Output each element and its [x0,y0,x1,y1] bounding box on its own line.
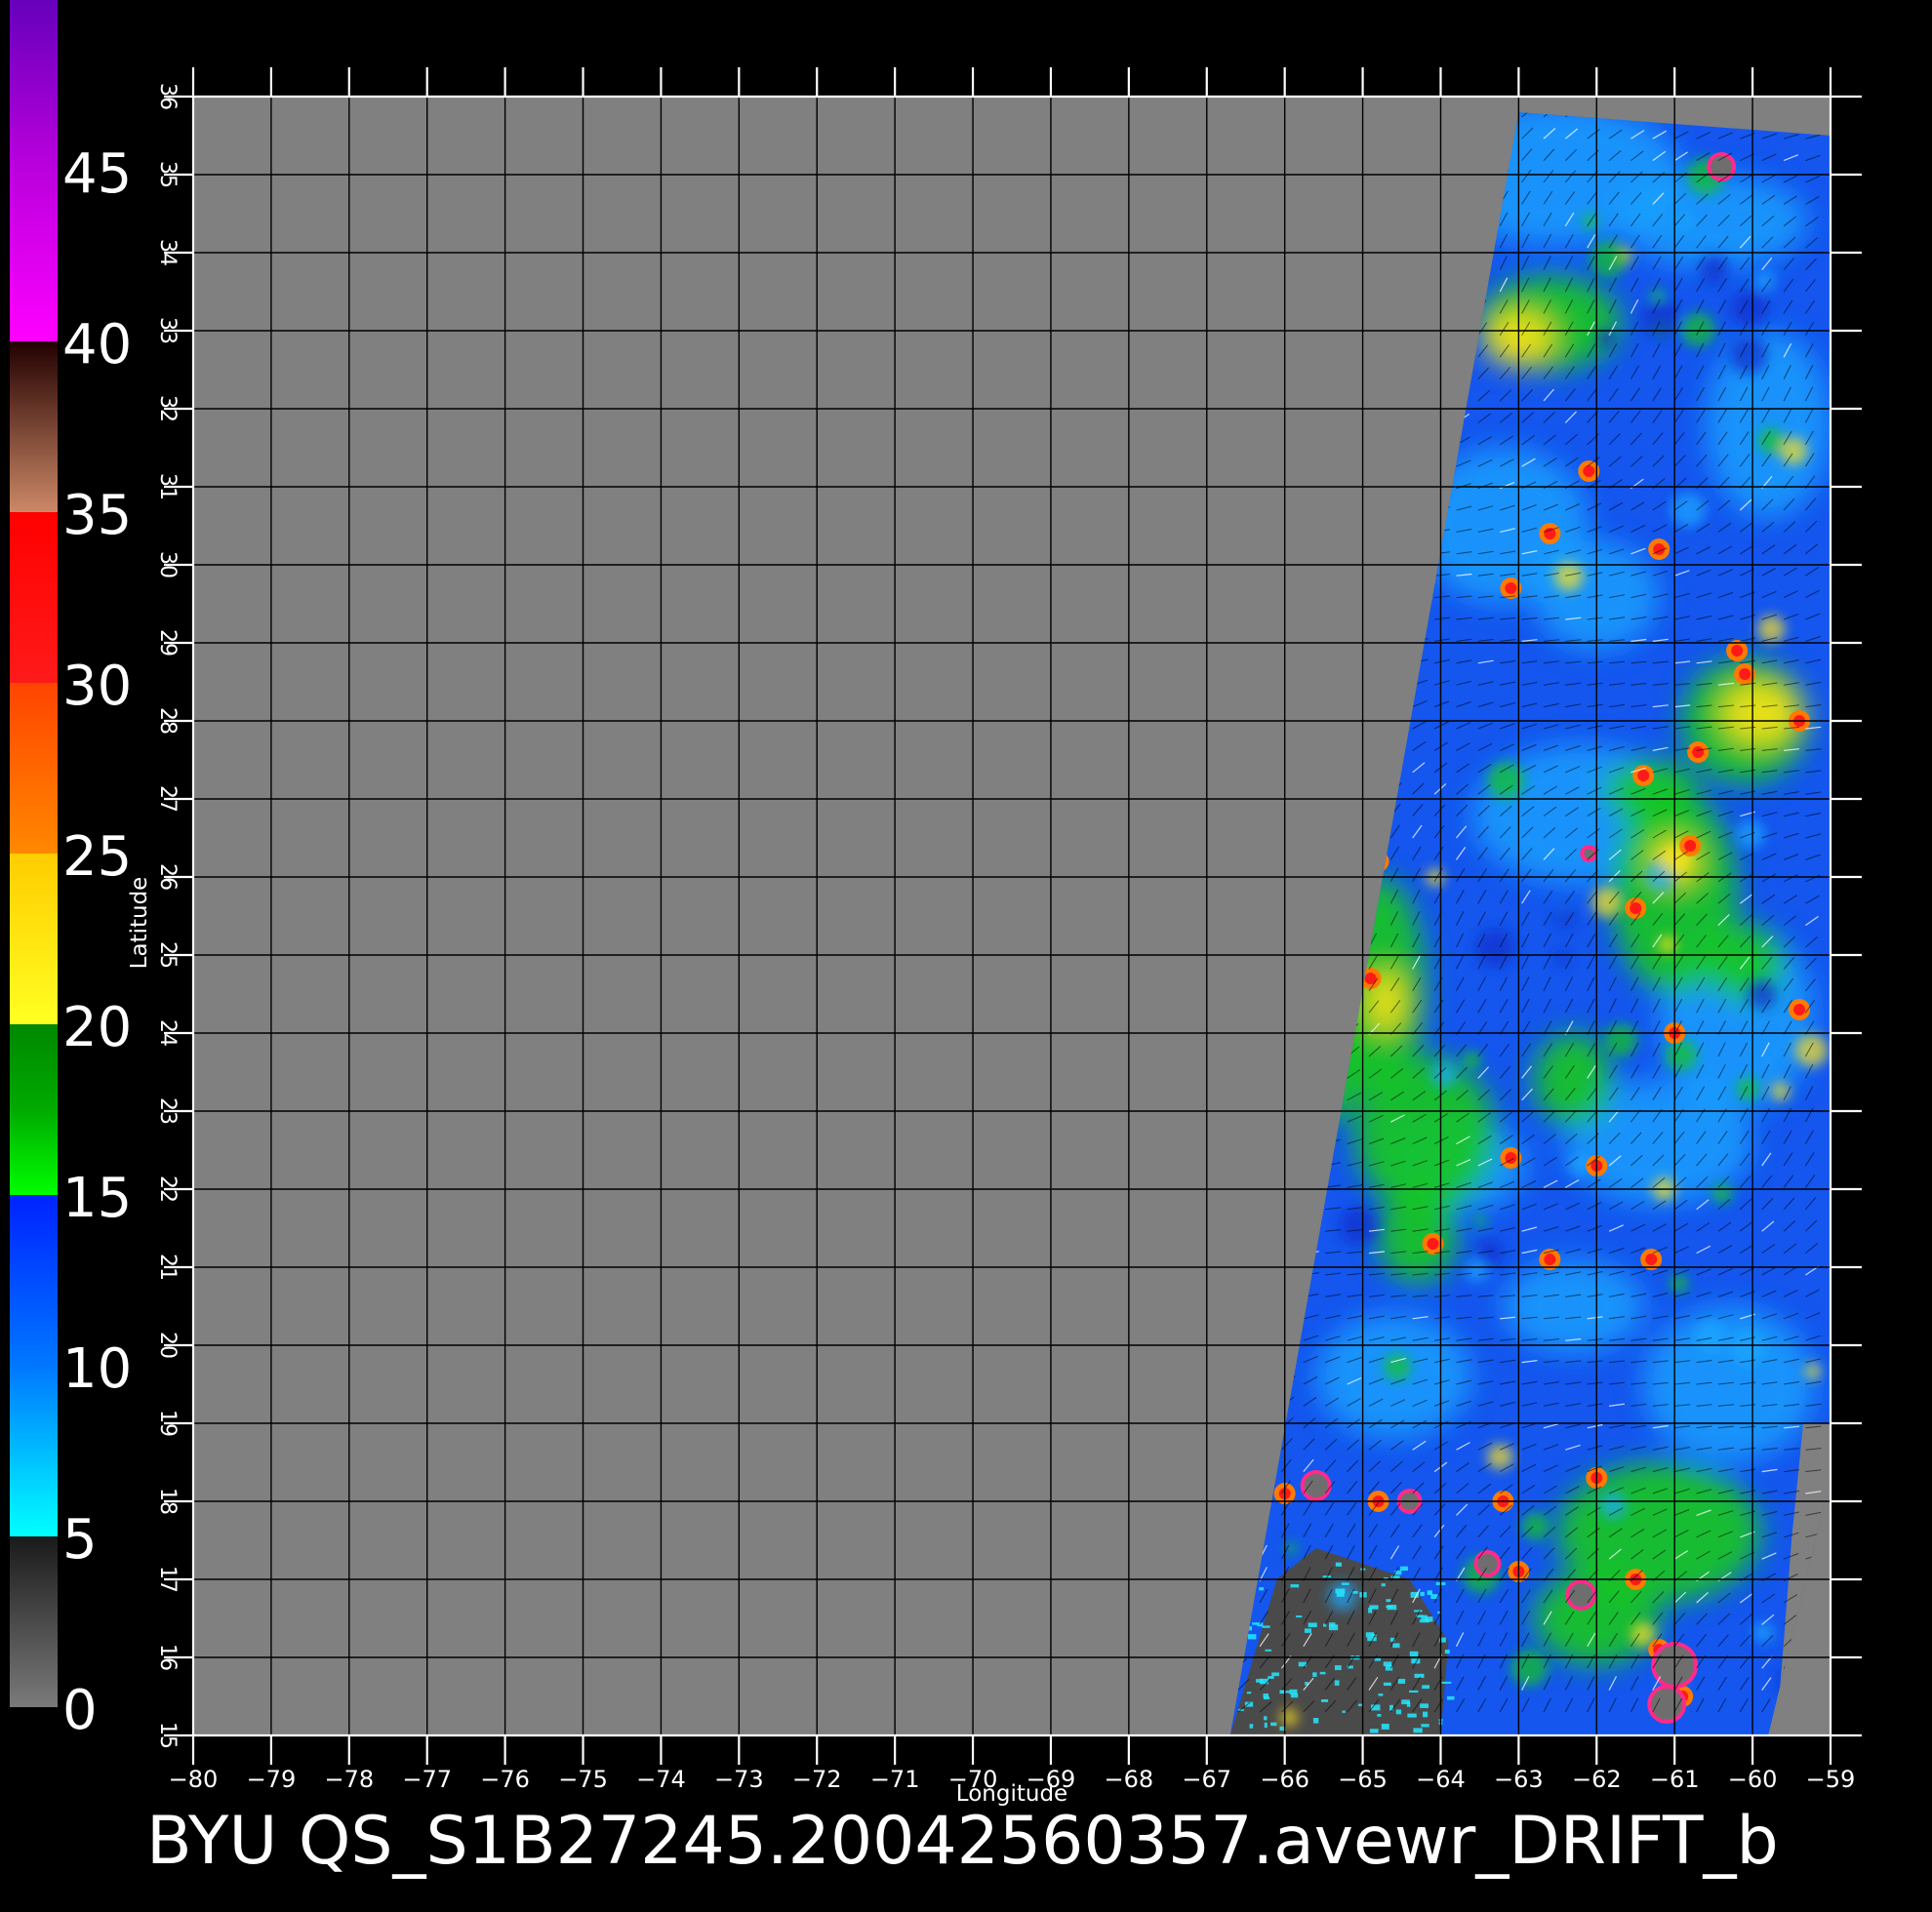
longitude-tick-label: −72 [792,1766,842,1793]
longitude-tick-label: −68 [1105,1766,1154,1793]
latitude-tick-label: 32 [155,395,180,422]
longitude-tick-label: −60 [1728,1766,1778,1793]
latitude-tick-label: 18 [155,1488,180,1515]
latitude-tick-label: 28 [155,707,180,735]
latitude-tick-label: 30 [155,551,180,578]
longitude-tick-label: −61 [1650,1766,1700,1793]
y-axis-label: Latitude [127,877,152,970]
color-bar-label: 20 [62,996,132,1059]
color-bar-label: 35 [62,484,132,547]
longitude-tick-label: −65 [1338,1766,1388,1793]
latitude-tick-label: 25 [155,941,180,969]
longitude-tick-label: −78 [324,1766,374,1793]
latitude-tick-label: 34 [155,239,180,266]
longitude-tick-label: −62 [1572,1766,1622,1793]
figure-caption: BYU QS_S1B27245.20042560357.avewr_DRIFT_… [146,1803,1779,1880]
longitude-tick-label: −74 [636,1766,686,1793]
latitude-tick-label: 16 [155,1644,180,1671]
color-bar-label: 40 [62,313,132,377]
latitude-tick-label: 26 [155,863,180,891]
latitude-tick-label: 21 [155,1254,180,1281]
latitude-tick-label: 15 [155,1722,180,1749]
color-bar-label: 45 [62,142,132,206]
longitude-tick-label: −71 [870,1766,920,1793]
longitude-tick-label: −75 [558,1766,608,1793]
latitude-tick-label: 36 [155,83,180,110]
color-bar-label: 25 [62,825,132,889]
color-bar-label: 10 [62,1337,132,1401]
latitude-tick-label: 33 [155,317,180,344]
wind-speed-map-figure: 0 5 10 15 20 25 30 35 40 45 −80 −79 −78 −77 −76 −75 −74… [10,0,1862,1880]
longitude-tick-label: −77 [402,1766,452,1793]
longitude-tick-label: −76 [480,1766,530,1793]
latitude-tick-label: 29 [155,629,180,657]
latitude-tick-labels: 15 16 17 18 19 20 21 22 23 24 25 26 27 28 29 30 31 32 33 34… [155,83,180,1749]
longitude-tick-label: −67 [1182,1766,1231,1793]
latitude-tick-label: 23 [155,1097,180,1125]
latitude-tick-label: 24 [155,1019,180,1047]
longitude-tick-label: −59 [1806,1766,1856,1793]
latitude-tick-label: 19 [155,1410,180,1437]
latitude-tick-label: 20 [155,1332,180,1359]
color-bar [10,0,58,1707]
latitude-tick-label: 17 [155,1566,180,1593]
longitude-tick-label: −64 [1416,1766,1466,1793]
longitude-tick-label: −66 [1260,1766,1309,1793]
color-bar-label: 15 [62,1167,132,1230]
latitude-tick-label: 31 [155,473,180,500]
longitude-tick-label: −63 [1494,1766,1544,1793]
latitude-tick-label: 35 [155,161,180,188]
color-bar-labels: 0 5 10 15 20 25 30 35 40 45 [62,142,132,1742]
color-bar-label: 30 [62,655,132,718]
latitude-tick-label: 27 [155,785,180,813]
latitude-tick-label: 22 [155,1175,180,1203]
color-bar-gradient [10,0,58,1707]
longitude-tick-label: −80 [169,1766,219,1793]
color-bar-label: 0 [62,1679,98,1742]
longitude-tick-label: −73 [714,1766,764,1793]
longitude-tick-label: −79 [247,1766,297,1793]
color-bar-label: 5 [62,1508,98,1572]
